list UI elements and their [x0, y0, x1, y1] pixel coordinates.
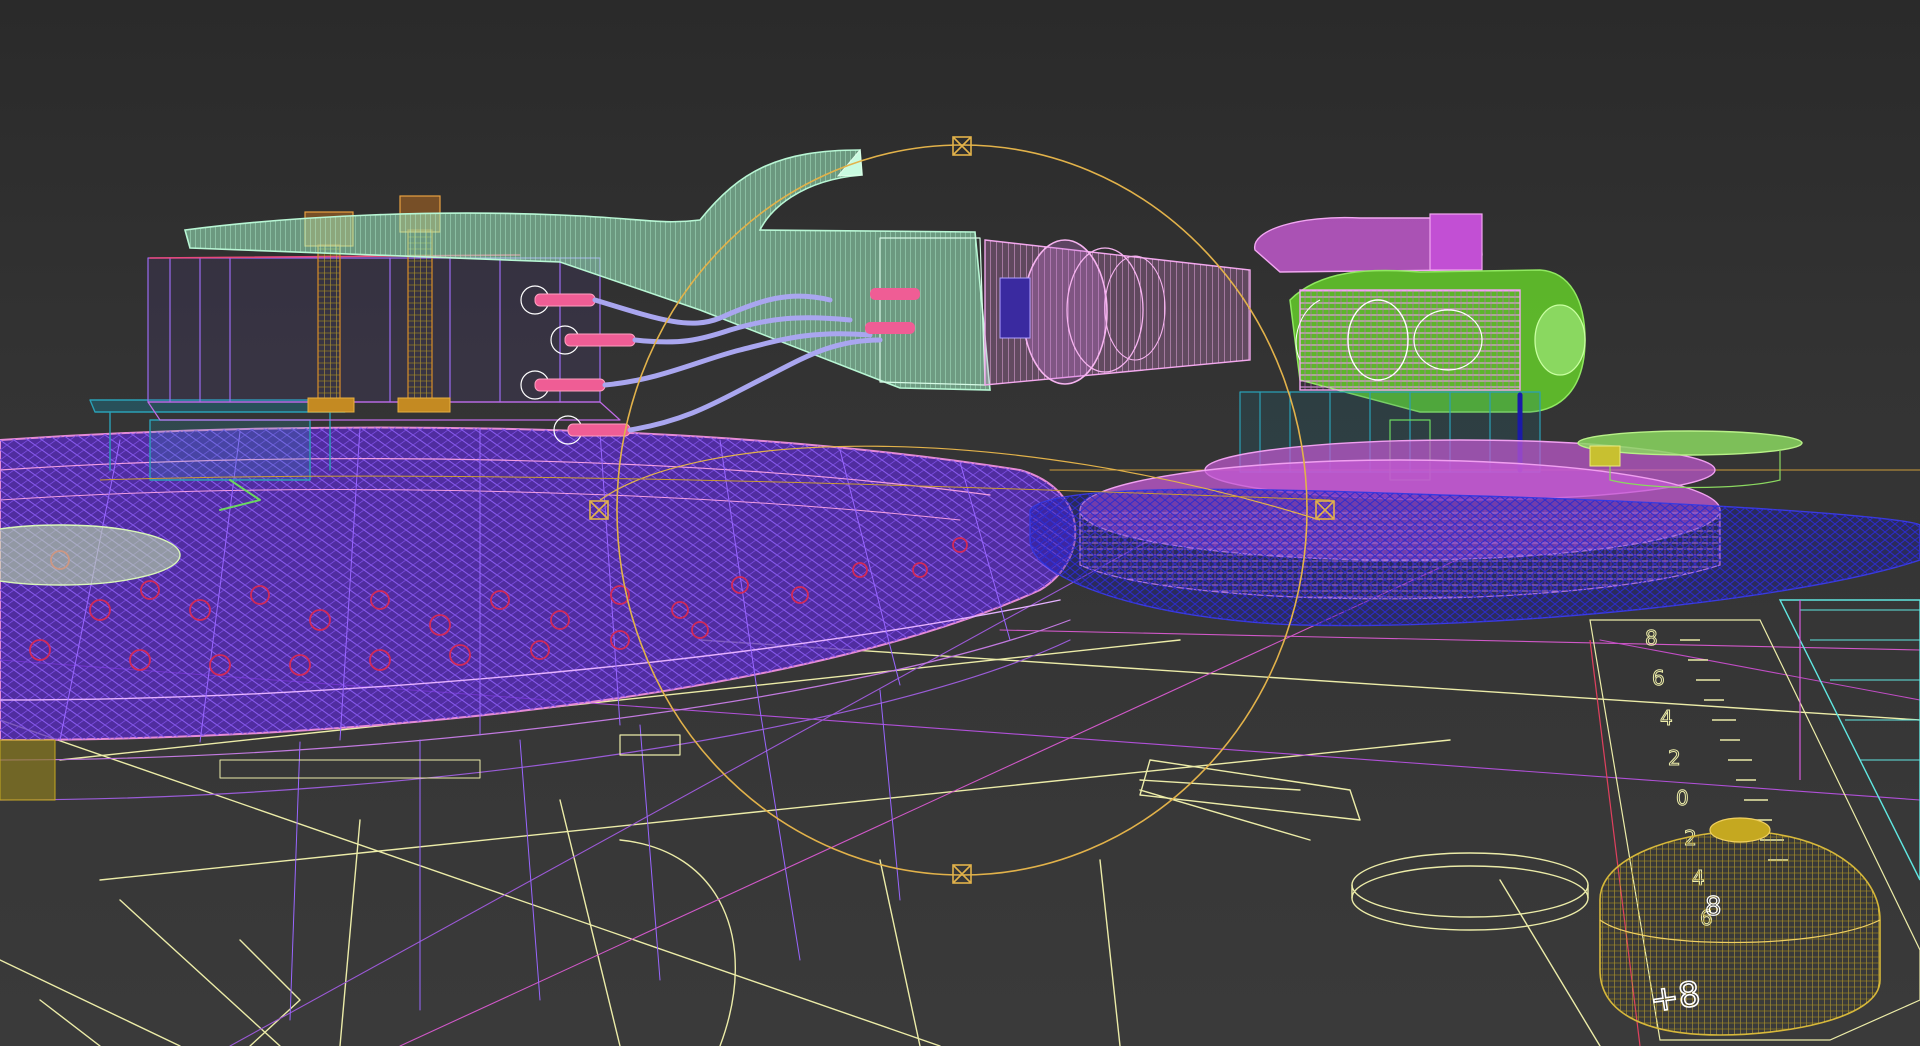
- tonearm-pivot[interactable]: [1254, 213, 1586, 413]
- platter-wireframe[interactable]: [0, 426, 1077, 1021]
- gizmo-handle-bottom: [952, 864, 972, 884]
- pivot-base-disc[interactable]: [1029, 488, 1920, 627]
- arm-tube[interactable]: [984, 239, 1251, 386]
- 3d-viewport[interactable]: 8 6 4 2 0 2 4 6 +8 8: [0, 0, 1920, 1046]
- pitch-label-0: 8: [1645, 626, 1658, 650]
- wireframe-scene[interactable]: 8 6 4 2 0 2 4 6 +8 8: [0, 0, 1920, 1046]
- pitch-label-3: 2: [1668, 746, 1681, 770]
- pitch-slider-mark: 8: [1705, 892, 1722, 922]
- pitch-slider-label: +8: [1648, 974, 1703, 1021]
- gizmo-handle-top: [952, 136, 972, 156]
- pitch-slider-knob[interactable]: [1599, 817, 1881, 1036]
- pitch-label-4: 0: [1676, 786, 1689, 810]
- counterweight-housing[interactable]: [147, 254, 621, 421]
- pitch-label-2: 4: [1660, 706, 1673, 730]
- pitch-label-1: 6: [1652, 666, 1665, 690]
